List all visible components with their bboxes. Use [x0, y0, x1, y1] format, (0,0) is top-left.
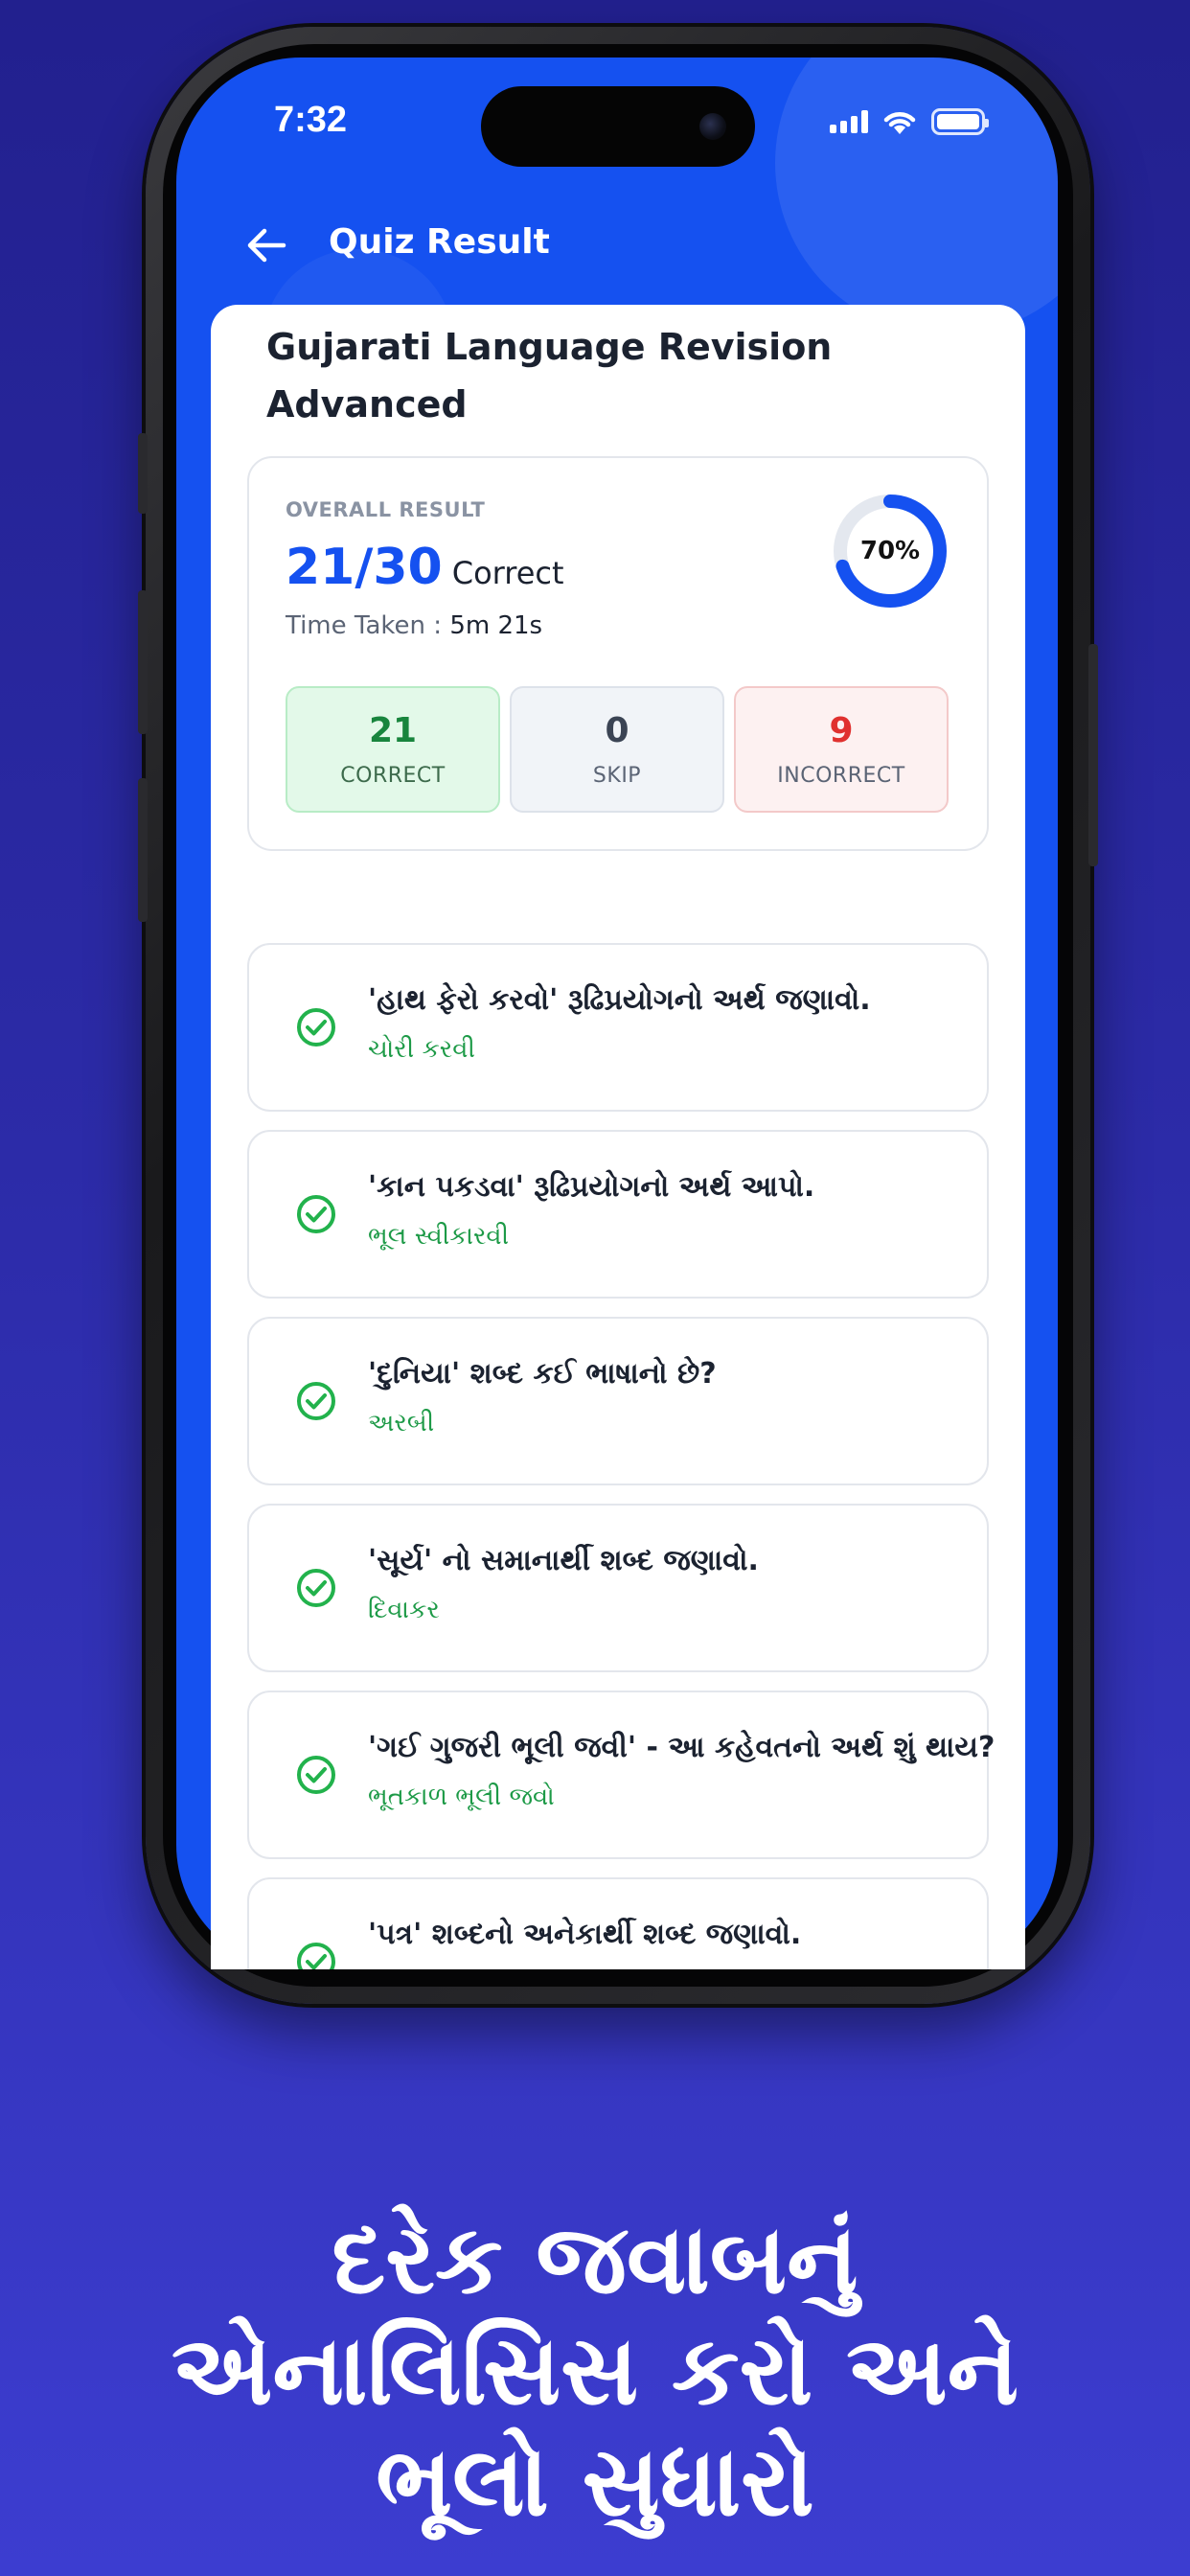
quiz-result-content: Gujarati Language Revision Advanced OVER… — [211, 305, 1025, 1969]
answer-text: ભૂલ સ્વીકારવી — [368, 1222, 510, 1251]
stat-correct-value: 21 — [368, 711, 418, 750]
answer-text: અરબી — [368, 1409, 435, 1438]
answer-text: દિવાકર — [368, 1596, 440, 1624]
check-circle-icon — [297, 1008, 335, 1046]
phone-side-button — [138, 778, 148, 922]
stat-incorrect: 9 INCORRECT — [734, 686, 949, 813]
question-item[interactable]: 'હાથ ફેરો કરવો' રૂઢિપ્રયોગનો અર્થ જણાવો.… — [247, 943, 989, 1112]
stat-skip: 0 SKIP — [510, 686, 724, 813]
overall-result-label: OVERALL RESULT — [286, 498, 486, 521]
caption-line: એનાલિસિસ કરો અને — [171, 2314, 1019, 2426]
battery-icon — [931, 108, 989, 135]
question-text: 'સૂર્ય' નો સમાનાર્થી શબ્દ જણાવો. — [368, 1544, 759, 1577]
quiz-title: Gujarati Language Revision Advanced — [266, 326, 833, 426]
page-title: Quiz Result — [329, 222, 550, 262]
question-text: 'ગઈ ગુજરી ભૂલી જવી' - આ કહેવતનો અર્થ શું… — [368, 1731, 995, 1764]
question-item[interactable]: 'સૂર્ય' નો સમાનાર્થી શબ્દ જણાવો. દિવાકર — [247, 1504, 989, 1672]
stat-incorrect-label: INCORRECT — [777, 764, 905, 788]
question-text: 'દુનિયા' શબ્દ કઈ ભાષાનો છે? — [368, 1357, 717, 1391]
score: 21/30 Correct — [286, 539, 564, 596]
caption-line: દરેક જવાબનું — [332, 2203, 858, 2315]
overall-result-card: OVERALL RESULT 21/30 Correct Time Taken … — [247, 456, 989, 851]
check-circle-icon — [297, 1382, 335, 1420]
caption-line: ભૂલો સુધારો — [376, 2426, 814, 2538]
status-icons — [830, 105, 989, 138]
question-item[interactable]: 'ગઈ ગુજરી ભૂલી જવી' - આ કહેવતનો અર્થ શું… — [247, 1690, 995, 1859]
decorative-circle — [775, 58, 1058, 335]
question-item[interactable]: 'પત્ર' શબ્દનો અનેકાર્થી શબ્દ જણાવો. — [247, 1877, 989, 1969]
signal-icon — [830, 110, 868, 133]
camera-icon — [699, 113, 726, 140]
stat-skip-value: 0 — [605, 711, 629, 750]
answer-text: ભૂતકાળ ભૂલી જવો — [368, 1782, 555, 1811]
question-item[interactable]: 'દુનિયા' શબ્દ કઈ ભાષાનો છે? અરબી — [247, 1317, 989, 1485]
wifi-icon — [883, 112, 916, 134]
stat-correct: 21 CORRECT — [286, 686, 500, 813]
score-value: 21/30 — [286, 539, 443, 596]
question-text: 'પત્ર' શબ્દનો અનેકાર્થી શબ્દ જણાવો. — [368, 1918, 802, 1951]
phone-side-button — [138, 433, 148, 514]
question-text: 'કાન પકડવા' રૂઢિપ્રયોગનો અર્થ આપો. — [368, 1170, 815, 1204]
stat-skip-label: SKIP — [592, 764, 642, 788]
phone-power-button — [1088, 644, 1098, 866]
question-item[interactable]: 'કાન પકડવા' રૂઢિપ્રયોગનો અર્થ આપો. ભૂલ સ… — [247, 1130, 989, 1299]
time-taken: Time Taken : 5m 21s — [286, 611, 542, 640]
percent-label: 70% — [859, 537, 921, 565]
status-time: 7:32 — [274, 100, 348, 140]
promo-caption: દરેક જવાબનું એનાલિસિસ કરો અને ભૂલો સુધાર… — [0, 2204, 1190, 2538]
check-circle-icon — [297, 1756, 335, 1794]
stat-correct-label: CORRECT — [340, 764, 446, 788]
phone-side-button — [138, 590, 148, 734]
question-text: 'હાથ ફેરો કરવો' રૂઢિપ્રયોગનો અર્થ જણાવો. — [368, 983, 871, 1017]
score-suffix: Correct — [451, 555, 564, 591]
check-circle-icon — [297, 1943, 335, 1969]
check-circle-icon — [297, 1195, 335, 1233]
answer-text: ચોરી કરવી — [368, 1035, 475, 1064]
time-taken-value: 5m 21s — [449, 611, 543, 640]
dynamic-island — [481, 86, 755, 167]
arrow-left-icon[interactable] — [245, 226, 287, 264]
check-circle-icon — [297, 1569, 335, 1607]
stat-incorrect-value: 9 — [829, 711, 854, 750]
time-taken-label: Time Taken : — [286, 611, 443, 640]
